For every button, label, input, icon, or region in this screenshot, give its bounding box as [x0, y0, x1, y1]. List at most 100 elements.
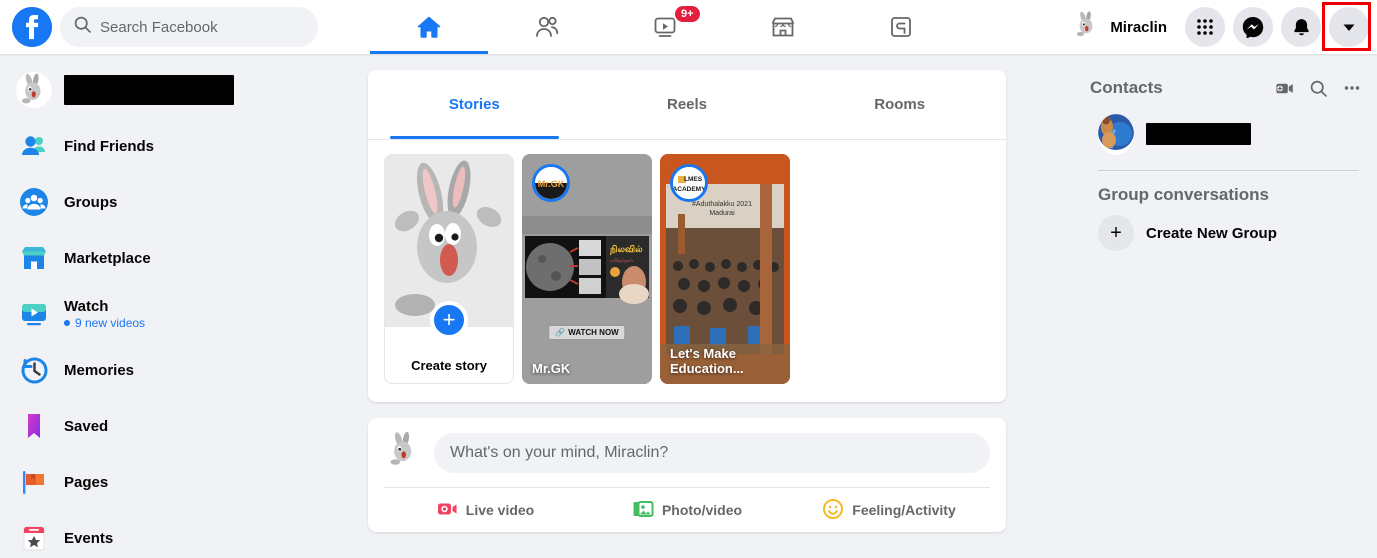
svg-text:LMES: LMES: [684, 176, 703, 183]
story-label: Let's Make Education...: [670, 346, 782, 376]
facebook-home-page: Search Facebook: [0, 0, 1377, 558]
sidebar-item-label: Events: [64, 530, 113, 547]
create-story-card[interactable]: + Create story: [384, 154, 514, 384]
live-video-button[interactable]: Live video: [384, 488, 586, 532]
tab-label: Stories: [449, 96, 500, 113]
feeling-activity-label: Feeling/Activity: [852, 502, 955, 518]
tab-label: Reels: [667, 96, 707, 113]
story-label: Mr.GK: [532, 361, 644, 376]
tab-stories[interactable]: Stories: [368, 70, 581, 139]
sidebar-item-saved[interactable]: Saved: [8, 398, 360, 454]
video-room-button[interactable]: [1269, 73, 1299, 103]
topbar-right-section: Miraclin: [1068, 6, 1377, 49]
contact-list-item[interactable]: [1090, 112, 1367, 156]
sidebar-item-label: Find Friends: [64, 138, 154, 155]
svg-text:ACADEMY: ACADEMY: [673, 186, 705, 193]
svg-text:Madurai: Madurai: [709, 210, 735, 217]
story-card-lmes[interactable]: #Aduthalakku 2021 Madurai LMES ACADEMY L…: [660, 154, 790, 384]
story-author-avatar: LMES ACADEMY: [670, 164, 708, 202]
create-story-plus-icon: +: [430, 301, 468, 339]
sidebar-item-label: Watch: [64, 298, 145, 315]
messenger-button[interactable]: [1233, 7, 1273, 47]
stories-card: Stories Reels Rooms: [368, 70, 1006, 402]
contacts-title: Contacts: [1090, 78, 1163, 98]
notifications-button[interactable]: [1281, 7, 1321, 47]
sidebar-item-groups[interactable]: Groups: [8, 174, 360, 230]
sidebar-item-watch[interactable]: Watch 9 new videos: [8, 286, 360, 342]
avatar: [384, 430, 424, 475]
new-videos-count: 9 new videos: [75, 316, 145, 330]
avatar: [1098, 114, 1134, 155]
svg-text:Mr.GK: Mr.GK: [538, 179, 565, 189]
composer-actions: Live video Photo/video: [384, 488, 990, 532]
create-story-label: Create story: [385, 358, 513, 373]
top-navigation-bar: Search Facebook: [0, 0, 1377, 54]
avatar: [1072, 10, 1102, 45]
story-author-avatar: Mr.GK: [532, 164, 570, 202]
composer-row: What's on your mind, Miraclin?: [384, 430, 990, 475]
left-sidebar: Find Friends Groups: [0, 54, 360, 558]
svg-text:#Aduthalakku 2021: #Aduthalakku 2021: [692, 201, 752, 208]
create-new-group-button[interactable]: + Create New Group: [1090, 211, 1367, 255]
tab-reels[interactable]: Reels: [581, 70, 794, 139]
composer-input[interactable]: What's on your mind, Miraclin?: [434, 433, 990, 473]
profile-chip[interactable]: Miraclin: [1068, 6, 1177, 49]
stories-list: + Create story: [368, 140, 1006, 402]
photo-video-icon: [632, 498, 654, 523]
feeling-activity-button[interactable]: Feeling/Activity: [788, 488, 990, 532]
home-icon: [415, 13, 443, 41]
menu-button[interactable]: [1185, 7, 1225, 47]
contacts-tools: [1269, 73, 1367, 103]
photo-video-button[interactable]: Photo/video: [586, 488, 788, 532]
create-new-group-label: Create New Group: [1146, 225, 1277, 242]
nav-tab-marketplace[interactable]: [724, 0, 842, 54]
more-horizontal-icon: [1343, 79, 1361, 97]
nav-tab-watch[interactable]: 9+: [606, 0, 724, 54]
friends-icon: [533, 13, 561, 41]
watch-now-label: WATCH NOW: [568, 328, 619, 337]
right-sidebar: Contacts: [1090, 70, 1377, 255]
live-video-label: Live video: [466, 502, 534, 518]
chevron-down-icon: [1341, 19, 1357, 35]
memories-clock-icon: [16, 352, 52, 388]
grid-menu-icon: [1195, 17, 1215, 37]
saved-bookmark-icon: [16, 408, 52, 444]
sidebar-item-memories[interactable]: Memories: [8, 342, 360, 398]
bell-icon: [1291, 17, 1312, 38]
nav-tab-friends[interactable]: [488, 0, 606, 54]
sidebar-item-label: Groups: [64, 194, 117, 211]
tab-rooms[interactable]: Rooms: [793, 70, 1006, 139]
sidebar-item-find-friends[interactable]: Find Friends: [8, 118, 360, 174]
search-input[interactable]: Search Facebook: [60, 7, 318, 47]
search-icon: [1310, 80, 1327, 97]
topbar-nav-tabs: 9+: [370, 0, 960, 54]
marketplace-icon: [16, 240, 52, 276]
profile-name: Miraclin: [1110, 19, 1167, 36]
search-contacts-button[interactable]: [1303, 73, 1333, 103]
composer-placeholder: What's on your mind, Miraclin?: [450, 444, 668, 462]
find-friends-icon: [16, 128, 52, 164]
sidebar-item-sublabel: 9 new videos: [64, 316, 145, 330]
sidebar-item-profile[interactable]: [8, 62, 360, 118]
group-conversations-title: Group conversations: [1090, 171, 1367, 211]
story-watch-now-badge: 🔗 WATCH NOW: [548, 325, 625, 340]
nav-tab-home[interactable]: [370, 0, 488, 54]
main-feed: Stories Reels Rooms: [368, 70, 1006, 532]
topbar-left-section: Search Facebook: [0, 7, 370, 47]
groups-icon: [887, 13, 915, 41]
messenger-icon: [1242, 16, 1264, 38]
feeling-activity-icon: [822, 498, 844, 523]
search-icon: [74, 16, 91, 38]
stories-tabs: Stories Reels Rooms: [368, 70, 1006, 140]
svg-text:மறெந்தார்: மறெந்தார்: [610, 258, 633, 264]
sidebar-item-label: Pages: [64, 474, 108, 491]
account-dropdown-button[interactable]: [1329, 7, 1369, 47]
contacts-options-button[interactable]: [1337, 73, 1367, 103]
sidebar-item-events[interactable]: Events: [8, 510, 360, 558]
events-calendar-icon: [16, 520, 52, 556]
facebook-logo-icon[interactable]: [12, 7, 52, 47]
sidebar-item-marketplace[interactable]: Marketplace: [8, 230, 360, 286]
story-card-mrgk[interactable]: நிலவில் மறெந்தார் Mr.GK: [522, 154, 652, 384]
sidebar-item-pages[interactable]: Pages: [8, 454, 360, 510]
nav-tab-groups[interactable]: [842, 0, 960, 54]
